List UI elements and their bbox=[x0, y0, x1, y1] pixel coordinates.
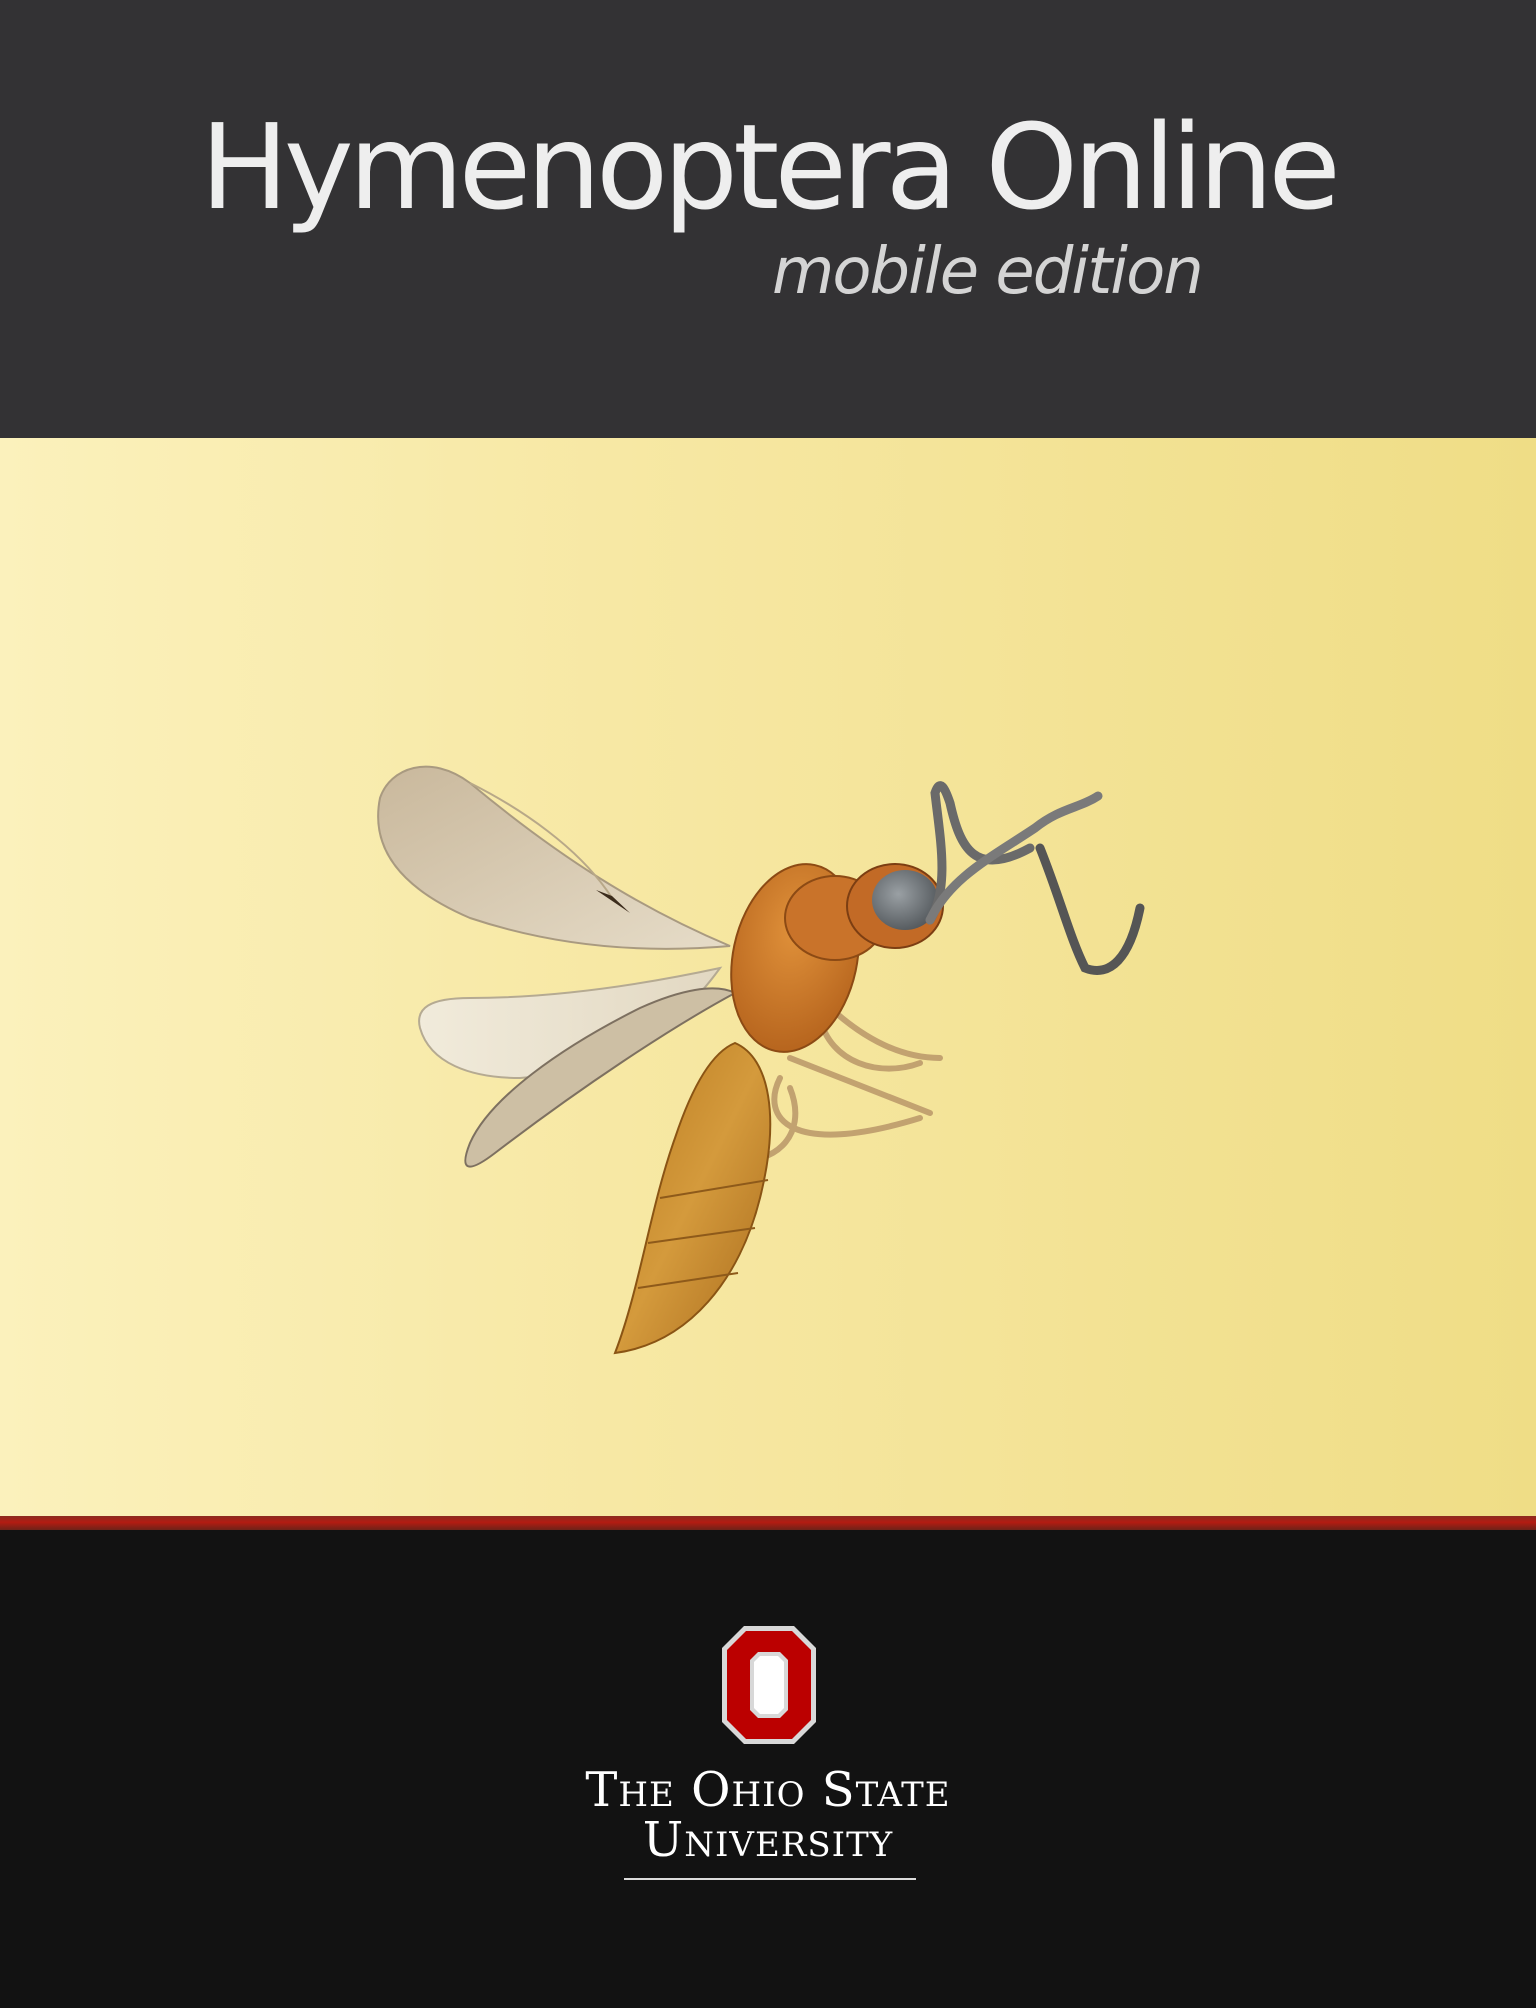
app-header: Hymenoptera Online mobile edition bbox=[0, 0, 1536, 438]
university-footer: The Ohio State University bbox=[0, 1530, 1536, 2008]
wasp-specimen-illustration bbox=[377, 765, 1145, 1355]
ohio-state-block-o-icon bbox=[722, 1626, 816, 1744]
abdomen bbox=[613, 1041, 772, 1355]
forewing bbox=[377, 765, 731, 950]
university-name-line2: University bbox=[642, 1812, 894, 1868]
university-name-line1: The Ohio State bbox=[585, 1762, 951, 1818]
wordmark-underline bbox=[624, 1878, 916, 1880]
splash-screen: Hymenoptera Online mobile edition The Oh… bbox=[0, 0, 1536, 2008]
app-subtitle: mobile edition bbox=[772, 235, 1204, 309]
head bbox=[846, 863, 944, 949]
antennae bbox=[925, 781, 1145, 975]
app-title: Hymenoptera Online bbox=[200, 98, 1341, 236]
hero-panel bbox=[0, 438, 1536, 1518]
accent-divider bbox=[0, 1516, 1536, 1530]
